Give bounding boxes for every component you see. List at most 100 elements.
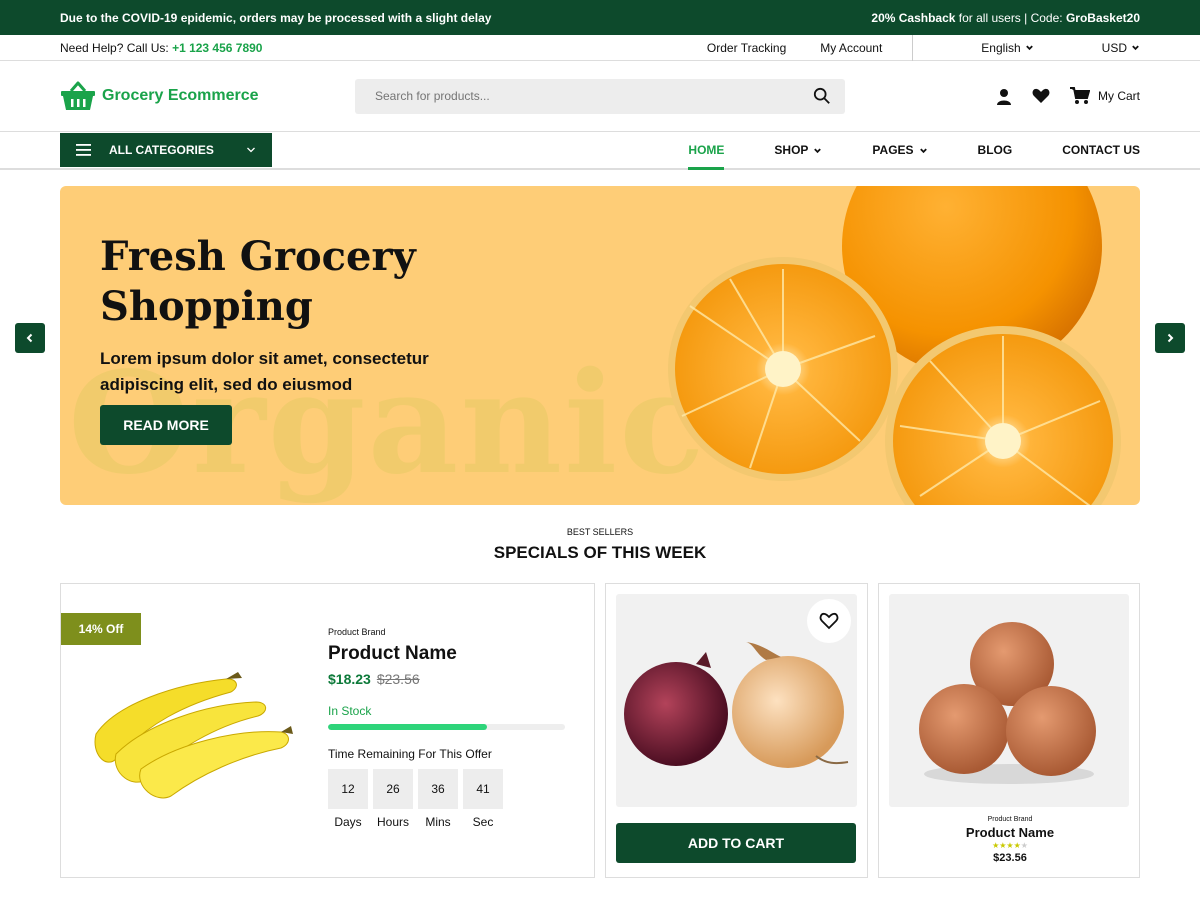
timer-unit: Mins: [425, 815, 451, 829]
basket-icon: [61, 81, 95, 110]
hero-banner: Organic Fresh Grocery Shopping Lorem ips…: [60, 186, 1140, 505]
timer-value: 26: [373, 769, 413, 809]
nav-item-home[interactable]: HOME: [688, 132, 725, 170]
stock-progress-bar: [328, 724, 565, 730]
help-label: Need Help? Call Us:: [60, 40, 173, 55]
all-categories-label: ALL CATEGORIES: [109, 143, 214, 157]
product-name[interactable]: Product Name: [879, 825, 1141, 840]
chevron-down-icon: [1132, 45, 1139, 51]
star-empty-icon: ★: [1020, 841, 1028, 850]
timer-secs: 41 Sec: [463, 769, 503, 829]
help-contact: Need Help? Call Us: +1 123 456 7890: [60, 41, 262, 55]
help-links: Order Tracking My Account English USD: [673, 34, 1140, 61]
banana-image[interactable]: [86, 664, 296, 804]
search-input[interactable]: [375, 89, 775, 103]
search-bar: [355, 78, 845, 114]
language-select[interactable]: English: [947, 41, 1033, 55]
eggs-image[interactable]: [889, 594, 1129, 807]
cashback-rest: for all users | Code:: [955, 10, 1066, 25]
slider-prev-button[interactable]: [15, 323, 45, 353]
star-filled-icon: ★: [1006, 841, 1014, 850]
product-card-onion: ADD TO CART: [605, 583, 868, 878]
old-price: $23.56: [376, 671, 420, 687]
timer-unit: Hours: [376, 815, 409, 829]
all-categories-button[interactable]: ALL CATEGORIES: [60, 133, 272, 167]
discount-badge: 14% Off: [61, 613, 141, 645]
cart-label: My Cart: [1098, 89, 1140, 103]
main-nav: HOME SHOP PAGES BLOG CONTACT US: [688, 132, 1140, 170]
currency-value: USD: [1101, 40, 1127, 55]
order-tracking-link[interactable]: Order Tracking: [707, 41, 786, 55]
chevron-down-icon: [247, 147, 255, 153]
product-brand: Product Brand: [987, 816, 1033, 823]
cashback-text: 20% Cashback for all users | Code: GroBa…: [871, 11, 1140, 25]
heart-outline-icon: [819, 612, 839, 630]
product-image-box: [616, 594, 857, 807]
stock-progress-fill: [328, 724, 487, 730]
chevron-down-icon: [814, 148, 822, 153]
cashback-highlight: 20% Cashback: [871, 10, 956, 25]
chevron-down-icon: [919, 148, 927, 153]
heart-icon[interactable]: [1032, 88, 1050, 104]
product-brand: Product Brand: [328, 627, 386, 637]
my-account-link[interactable]: My Account: [820, 41, 882, 55]
section-subtitle: BEST SELLERS: [566, 527, 634, 537]
help-bar: Need Help? Call Us: +1 123 456 7890 Orde…: [0, 34, 1200, 61]
nav-label: CONTACT US: [1062, 143, 1140, 157]
deal-info: Product Brand Product Name $18.23 $23.56 …: [328, 627, 568, 829]
menu-icon: [76, 144, 91, 156]
timer-hours: 26 Hours: [373, 769, 413, 829]
read-more-button[interactable]: READ MORE: [100, 405, 232, 445]
product-name[interactable]: Product Name: [328, 643, 568, 665]
price-row: $18.23 $23.56: [328, 671, 568, 687]
phone-link[interactable]: +1 123 456 7890: [172, 41, 262, 55]
nav-label: BLOG: [977, 143, 1013, 157]
nav-row: ALL CATEGORIES HOME SHOP PAGES BLOG CONT…: [0, 132, 1200, 170]
orange-image: [668, 186, 1121, 505]
add-to-cart-button[interactable]: ADD TO CART: [616, 823, 856, 863]
deal-card: 14% Off Product Brand Product Name $18.2…: [60, 583, 595, 878]
timer-days: 12 Days: [328, 769, 368, 829]
slider-next-button[interactable]: [1155, 323, 1185, 353]
nav-item-contact[interactable]: CONTACT US: [1062, 132, 1140, 168]
chevron-down-icon: [1025, 45, 1033, 51]
product-info: Product Brand Product Name ★★★★★ $23.56: [879, 816, 1141, 864]
rating-stars: ★★★★★: [879, 841, 1141, 850]
timer-value: 36: [418, 769, 458, 809]
chevron-right-icon: [1167, 333, 1174, 343]
product-image-box: [889, 594, 1129, 807]
cart-icon: [1070, 87, 1090, 104]
cart-button[interactable]: My Cart: [1070, 87, 1140, 105]
timer-label: Time Remaining For This Offer: [328, 747, 492, 761]
product-card-eggs: Product Brand Product Name ★★★★★ $23.56: [878, 583, 1140, 878]
announcement-bar: Due to the COVID-19 epidemic, orders may…: [0, 0, 1200, 35]
timer-unit: Sec: [472, 815, 494, 829]
section-title: SPECIALS OF THIS WEEK: [493, 543, 707, 562]
nav-label: PAGES: [872, 143, 914, 157]
nav-label: SHOP: [774, 143, 809, 157]
user-icon[interactable]: [996, 88, 1012, 105]
star-filled-icon: ★: [1013, 841, 1021, 850]
divider: [912, 34, 914, 61]
site-header: Grocery Ecommerce My Cart: [0, 61, 1200, 132]
wishlist-button[interactable]: [807, 599, 851, 643]
timer-unit: Days: [334, 815, 362, 829]
countdown-timer: 12 Days 26 Hours 36 Mins 41 Sec: [328, 769, 568, 829]
stock-status: In Stock: [328, 704, 372, 718]
currency-select[interactable]: USD: [1068, 41, 1140, 55]
header-actions: My Cart: [996, 87, 1140, 105]
nav-item-shop[interactable]: SHOP: [774, 132, 822, 168]
hero-title: Fresh Grocery Shopping: [100, 233, 416, 330]
timer-value: 41: [463, 769, 503, 809]
timer-value: 12: [328, 769, 368, 809]
site-logo[interactable]: Grocery Ecommerce: [60, 81, 355, 111]
product-price: $23.56: [993, 852, 1027, 864]
nav-item-blog[interactable]: BLOG: [978, 132, 1013, 168]
announcement-suffix: epidemic, orders may be processed with a…: [177, 10, 492, 25]
search-icon[interactable]: [813, 87, 831, 105]
chevron-left-icon: [26, 333, 33, 343]
logo-text: Grocery Ecommerce: [102, 87, 259, 104]
nav-item-pages[interactable]: PAGES: [872, 132, 927, 168]
current-price: $18.23: [328, 671, 371, 687]
hero-description: Lorem ipsum dolor sit amet, consectetur …: [100, 349, 429, 394]
